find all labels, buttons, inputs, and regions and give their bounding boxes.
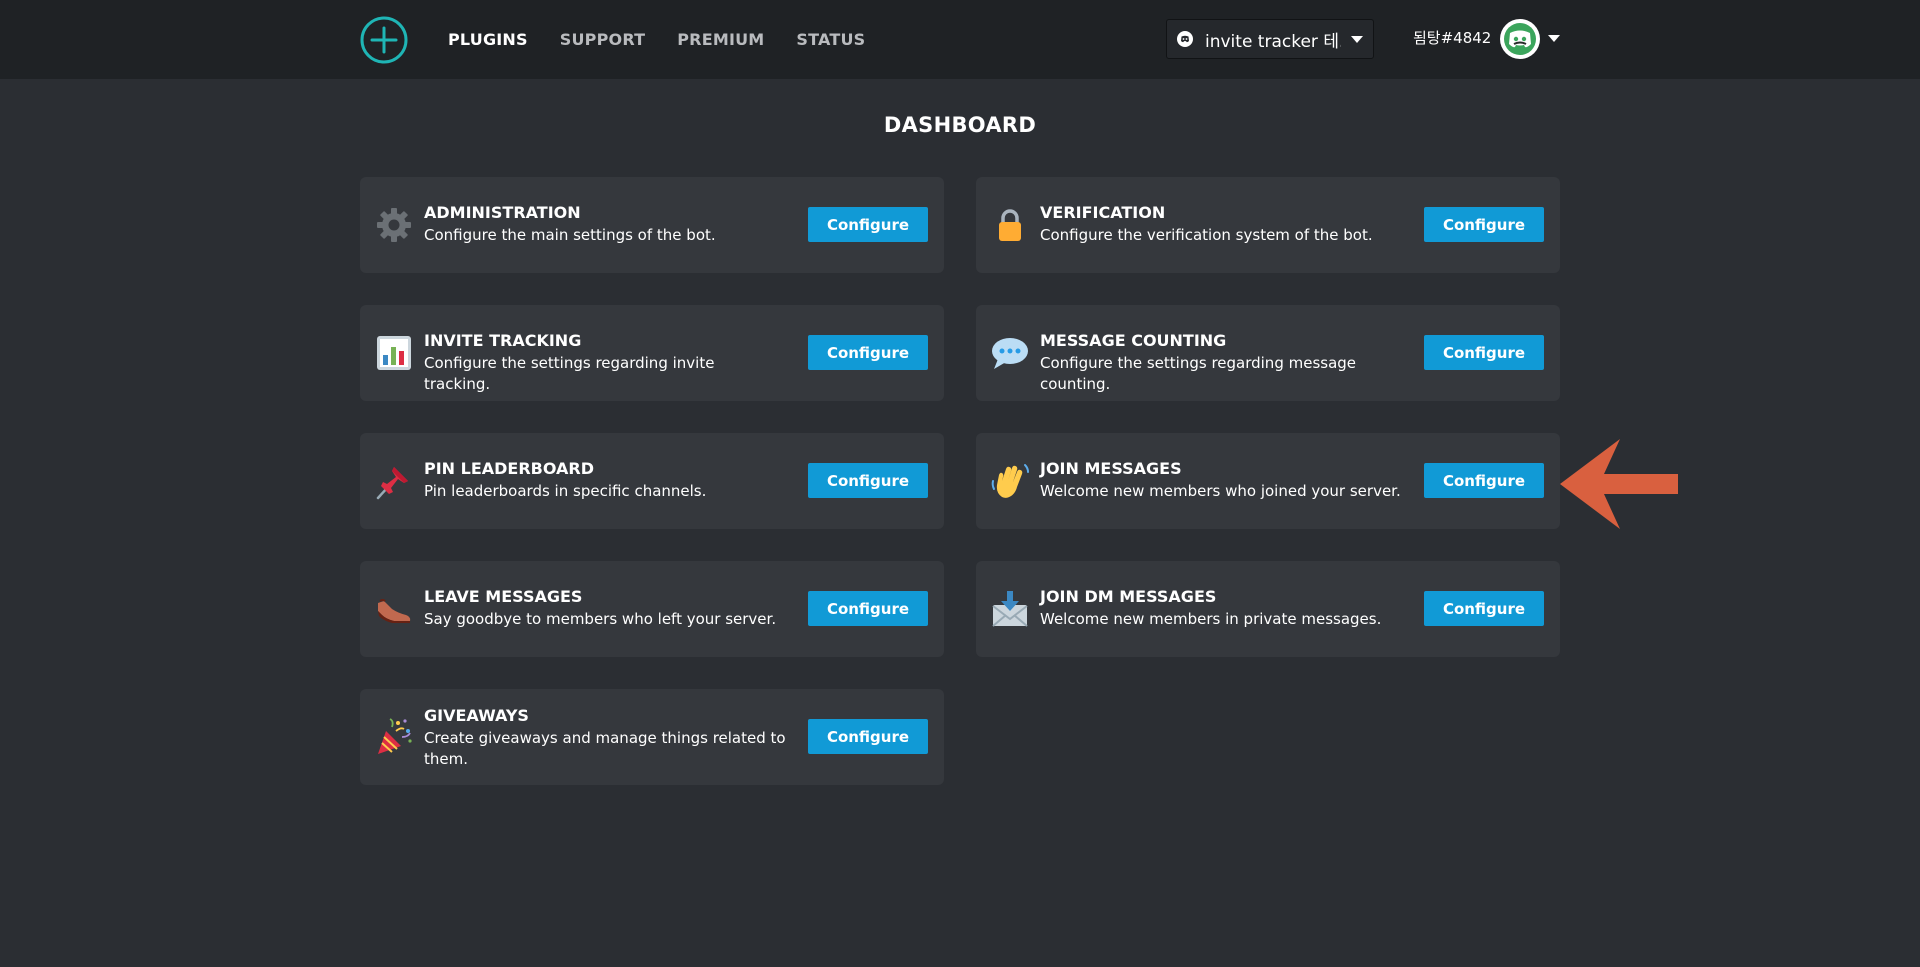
configure-button-administration[interactable]: Configure bbox=[808, 207, 928, 242]
plugin-card-giveaways: GIVEAWAYS Create giveaways and manage th… bbox=[360, 689, 944, 785]
configure-button-giveaways[interactable]: Configure bbox=[808, 719, 928, 754]
configure-button-invite-tracking[interactable]: Configure bbox=[808, 335, 928, 370]
configure-button-join-messages[interactable]: Configure bbox=[1424, 463, 1544, 498]
bar-chart-icon bbox=[377, 336, 411, 370]
configure-button-leave-messages[interactable]: Configure bbox=[808, 591, 928, 626]
user-menu-chevron-icon[interactable] bbox=[1548, 35, 1560, 42]
nav-plugins[interactable]: PLUGINS bbox=[448, 30, 528, 49]
plugin-description: Pin leaderboards in specific channels. bbox=[424, 482, 707, 500]
page-title: DASHBOARD bbox=[883, 113, 1037, 137]
configure-button-message-counting[interactable]: Configure bbox=[1424, 335, 1544, 370]
plugin-description: Welcome new members in private messages. bbox=[1040, 610, 1382, 628]
top-navbar: PLUGINS SUPPORT PREMIUM STATUS invite tr… bbox=[0, 0, 1920, 79]
plugin-title: VERIFICATION bbox=[1040, 203, 1166, 222]
configure-button-verification[interactable]: Configure bbox=[1424, 207, 1544, 242]
chevron-down-icon bbox=[1351, 36, 1363, 43]
plugin-description: Configure the main settings of the bot. bbox=[424, 226, 716, 244]
lock-icon bbox=[999, 209, 1021, 241]
server-select-value: invite tracker 테... bbox=[1205, 31, 1341, 52]
plugin-title: LEAVE MESSAGES bbox=[424, 587, 583, 606]
configure-button-join-dm-messages[interactable]: Configure bbox=[1424, 591, 1544, 626]
plugin-description: Welcome new members who joined your serv… bbox=[1040, 482, 1401, 500]
speech-bubble-icon bbox=[992, 338, 1028, 369]
server-select[interactable]: invite tracker 테... bbox=[1166, 19, 1374, 59]
plugin-card-administration: ADMINISTRATION Configure the main settin… bbox=[360, 177, 944, 273]
gear-icon bbox=[377, 208, 411, 242]
nav-status[interactable]: STATUS bbox=[796, 30, 865, 49]
plugin-card-join-dm-messages: JOIN DM MESSAGES Welcome new members in … bbox=[976, 561, 1560, 657]
plugin-card-invite-tracking: INVITE TRACKING Configure the settings r… bbox=[360, 305, 944, 401]
configure-button-pin-leaderboard[interactable]: Configure bbox=[808, 463, 928, 498]
plugin-title: GIVEAWAYS bbox=[424, 706, 529, 725]
left-arrow-annotation-icon bbox=[1560, 439, 1678, 529]
plugin-card-message-counting: MESSAGE COUNTING Configure the settings … bbox=[976, 305, 1560, 401]
plugin-description: Configure the settings regarding message… bbox=[1040, 354, 1357, 393]
waving-hand-icon bbox=[991, 464, 1029, 498]
plus-logo-icon[interactable] bbox=[360, 16, 408, 64]
plugin-title: JOIN DM MESSAGES bbox=[1040, 587, 1217, 606]
plugin-card-verification: VERIFICATION Configure the verification … bbox=[976, 177, 1560, 273]
nav-support[interactable]: SUPPORT bbox=[560, 30, 646, 49]
avatar[interactable] bbox=[1500, 19, 1540, 59]
plugin-description: Configure the settings regarding invite … bbox=[424, 354, 715, 393]
plugin-description: Create giveaways and manage things relat… bbox=[424, 729, 786, 768]
plugin-card-pin-leaderboard: PIN LEADERBOARD Pin leaderboards in spec… bbox=[360, 433, 944, 529]
plugin-title: INVITE TRACKING bbox=[424, 331, 582, 350]
plugin-title: JOIN MESSAGES bbox=[1040, 459, 1182, 478]
plugin-description: Say goodbye to members who left your ser… bbox=[424, 610, 777, 628]
plugin-title: MESSAGE COUNTING bbox=[1040, 331, 1227, 350]
plugin-title: PIN LEADERBOARD bbox=[424, 459, 595, 478]
plugin-card-leave-messages: LEAVE MESSAGES Say goodbye to members wh… bbox=[360, 561, 944, 657]
plugin-card-join-messages: JOIN MESSAGES Welcome new members who jo… bbox=[976, 433, 1560, 529]
incoming-envelope-icon bbox=[992, 591, 1028, 627]
nav-links: PLUGINS SUPPORT PREMIUM STATUS bbox=[448, 0, 865, 79]
pushpin-icon bbox=[376, 467, 408, 500]
shoe-icon bbox=[378, 599, 411, 623]
user-name[interactable]: 됨탕#4842 bbox=[1413, 27, 1491, 48]
discord-avatar-icon bbox=[1501, 20, 1539, 58]
plugin-description: Configure the verification system of the… bbox=[1040, 226, 1373, 244]
nav-premium[interactable]: PREMIUM bbox=[677, 30, 764, 49]
discord-icon bbox=[1177, 31, 1193, 47]
plugin-title: ADMINISTRATION bbox=[424, 203, 581, 222]
party-popper-icon bbox=[378, 718, 412, 754]
